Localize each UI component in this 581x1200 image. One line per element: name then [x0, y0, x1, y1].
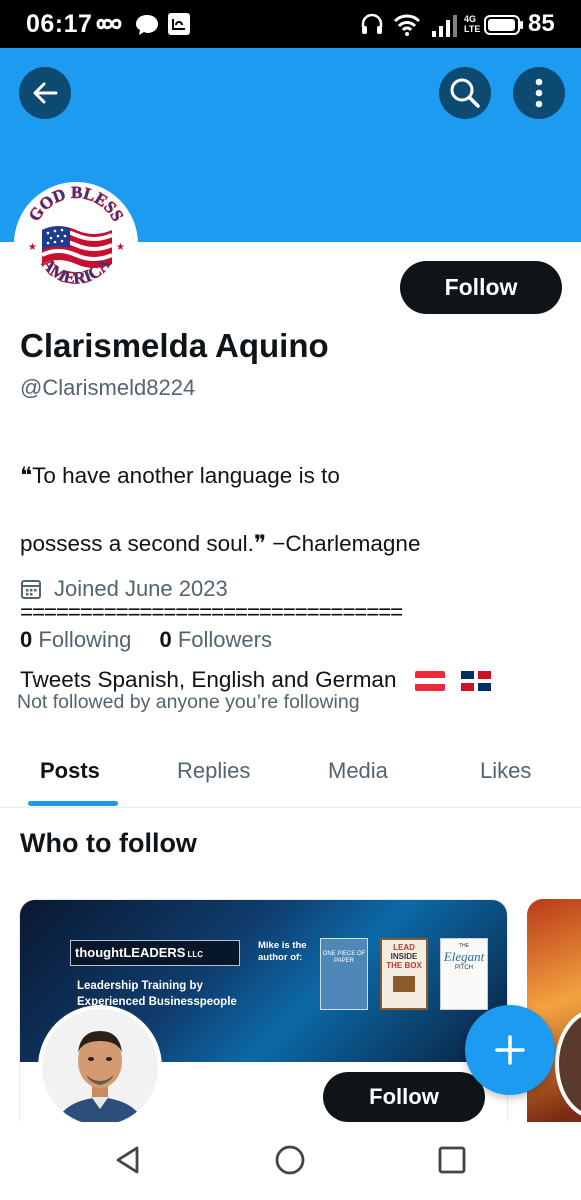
tab-media[interactable]: Media — [328, 758, 388, 784]
followers-count: 0 — [159, 627, 172, 652]
book-cover-one-piece-of-paper: ONE PIECE OF PAPER — [320, 938, 368, 1010]
banner-tagline-1: Leadership Training by — [77, 980, 203, 992]
followers-label: Followers — [177, 627, 272, 652]
followers-link[interactable]: 0 Followers — [159, 627, 272, 652]
more-vertical-icon — [535, 78, 543, 108]
book1-title: ONE PIECE OF PAPER — [322, 951, 366, 964]
battery-level: 85 — [528, 10, 555, 37]
compose-post-button[interactable] — [465, 1005, 555, 1095]
person-photo — [42, 1009, 158, 1125]
banner-author-note: Mike is the author of: — [258, 940, 307, 964]
thoughtleaders-logo: thoughtLEADERS LLC — [70, 940, 240, 966]
god-bless-america-logo: GOD BLESS AMERICA ★ ★ — [18, 186, 134, 302]
home-circle-icon[interactable] — [274, 1144, 306, 1176]
plus-icon — [495, 1035, 525, 1065]
book3-title-2: Elegant — [443, 949, 485, 964]
joined-text: Joined June 2023 — [54, 576, 228, 601]
calendar-icon — [21, 580, 41, 599]
suggestion-follow-button[interactable]: Follow — [323, 1072, 485, 1122]
follow-button[interactable]: Follow — [400, 261, 562, 314]
book3-title-1: THE — [459, 943, 469, 949]
headset-icon — [361, 13, 383, 34]
arrow-left-icon — [33, 82, 58, 104]
svg-text:★: ★ — [28, 242, 37, 253]
following-link[interactable]: 0 Following — [20, 627, 137, 652]
search-button[interactable] — [439, 67, 491, 119]
book-cover-elegant-pitch: THE Elegant PITCH — [440, 938, 488, 1010]
profile-avatar[interactable]: GOD BLESS AMERICA ★ ★ — [14, 182, 138, 306]
tab-replies[interactable]: Replies — [177, 758, 250, 784]
recents-square-icon[interactable] — [437, 1144, 467, 1176]
svg-text:★: ★ — [116, 242, 125, 253]
book2-title-2: INSIDE — [390, 952, 418, 961]
follow-stats: 0 Following 0 Followers — [20, 627, 294, 653]
back-button[interactable] — [19, 67, 71, 119]
bio-line-4-text: Tweets Spanish, English and German — [20, 667, 397, 692]
bio-line-2: possess a second soul.❞ −Charlemagne — [20, 531, 421, 556]
status-time: 06:17 — [26, 10, 93, 38]
wifi-icon — [393, 14, 421, 36]
book2-title-3: THE BOX — [386, 961, 422, 970]
system-navigation-bar — [0, 1122, 581, 1200]
display-name: Clarismelda Aquino — [20, 327, 329, 364]
active-tab-indicator — [28, 801, 118, 806]
following-count: 0 — [20, 627, 33, 652]
joined-date: Joined June 2023 — [20, 576, 228, 602]
tab-likes[interactable]: Likes — [480, 758, 531, 784]
dominican-republic-flag-icon — [461, 671, 491, 692]
banner-author-note-1: Mike is the — [258, 940, 307, 951]
signal-icon — [432, 15, 457, 37]
austria-flag-icon — [414, 671, 445, 692]
book-cover-lead-inside-the-box: LEAD INSIDE THE BOX — [380, 938, 428, 1010]
status-bar: 06:17 4G LTE 85 — [0, 0, 581, 48]
tab-posts[interactable]: Posts — [40, 758, 100, 784]
user-handle: @Clarismeld8224 — [20, 375, 196, 400]
bio-line-1: ❝To have another language is to — [20, 463, 340, 488]
suggestion-card[interactable]: thoughtLEADERS LLC Leadership Training by… — [19, 899, 508, 1159]
banner-author-note-2: author of: — [258, 952, 303, 963]
search-icon — [450, 78, 480, 108]
following-label: Following — [38, 627, 132, 652]
thoughtleaders-logo-text: thoughtLEADERS — [75, 945, 186, 960]
not-followed-text: Not followed by anyone you’re following — [17, 691, 360, 713]
chat-bubble-icon — [136, 15, 158, 35]
more-options-button[interactable] — [513, 67, 565, 119]
app-notification-icon — [168, 13, 190, 35]
infinity-icon — [96, 18, 122, 30]
book3-title-3: PITCH — [455, 965, 473, 971]
suggestion-avatar[interactable] — [38, 1005, 162, 1129]
thoughtleaders-logo-suffix: LLC — [187, 950, 204, 959]
book2-title-1: LEAD — [393, 943, 415, 952]
who-to-follow-title: Who to follow — [20, 828, 197, 858]
battery-icon — [484, 15, 523, 35]
back-triangle-icon[interactable] — [113, 1144, 145, 1176]
network-type: 4G LTE — [464, 14, 481, 34]
profile-tabs: Posts Replies Media Likes — [0, 740, 581, 808]
